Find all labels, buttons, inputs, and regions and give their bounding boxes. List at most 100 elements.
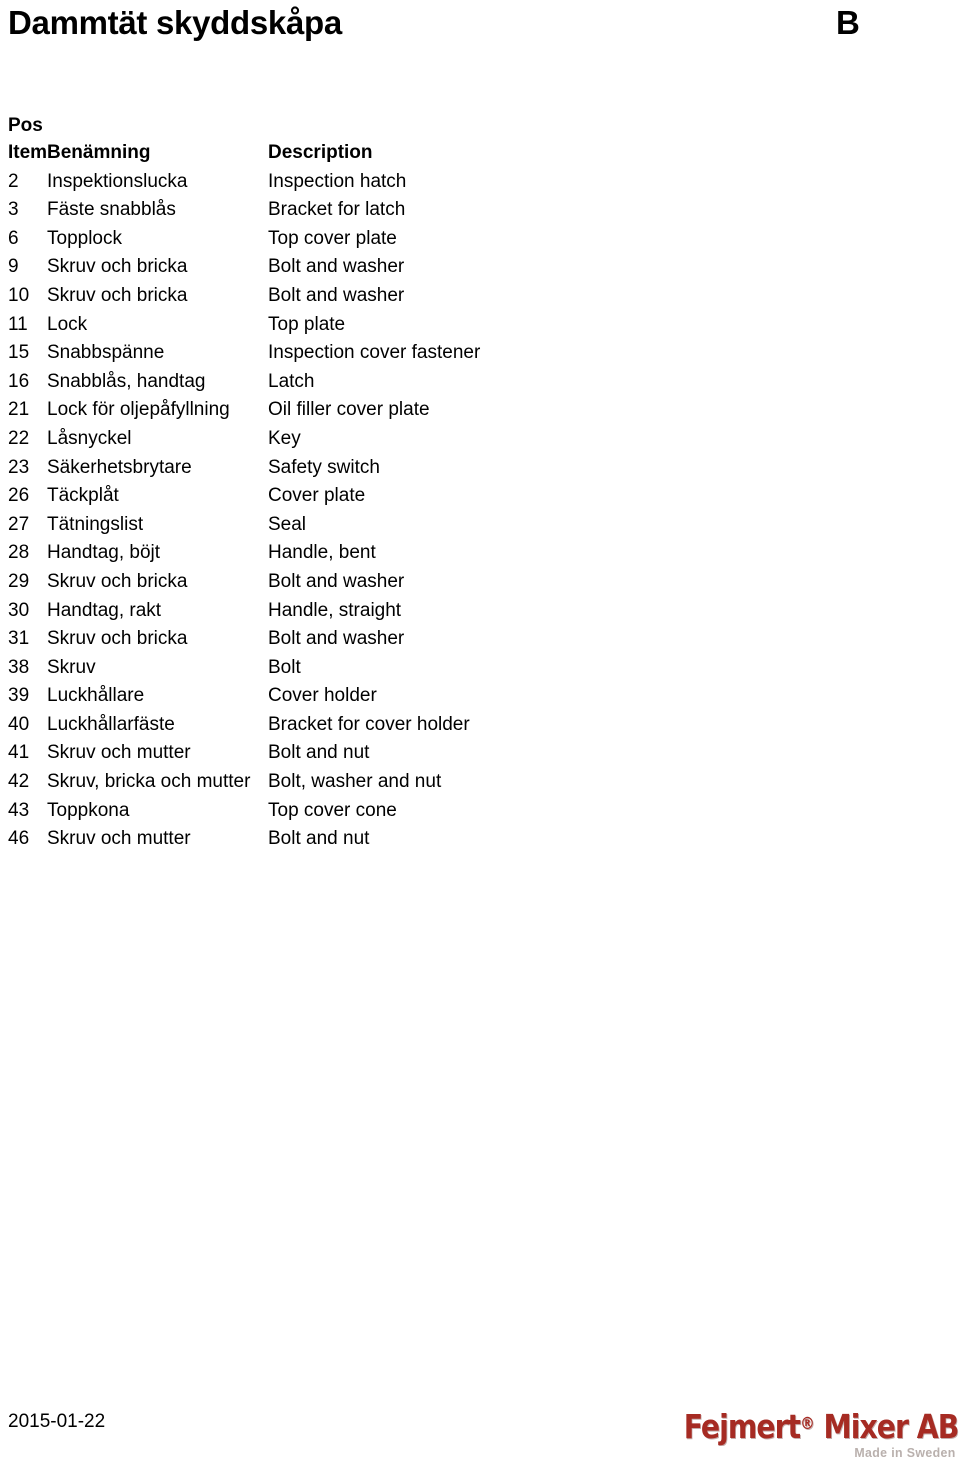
cell-benamning: Säkerhetsbrytare: [47, 456, 192, 478]
table-row: 22 Låsnyckel Key: [0, 425, 560, 454]
cell-benamning: Skruv och mutter: [47, 828, 191, 850]
cell-description: Bolt and washer: [268, 284, 405, 306]
table-header-row-pos: Pos: [0, 112, 560, 139]
document-footer: 2015-01-22 Fejmert® Mixer AB Made in Swe…: [0, 1395, 960, 1467]
cell-benamning: Låsnyckel: [47, 427, 132, 449]
cell-item-number: 39: [8, 685, 30, 707]
table-row: 9 Skruv och bricka Bolt and washer: [0, 253, 560, 282]
cell-benamning: Skruv och bricka: [47, 284, 188, 306]
cell-description: Inspection cover fastener: [268, 342, 481, 364]
company-logo: Fejmert® Mixer AB Made in Sweden: [670, 1401, 960, 1463]
logo-brand-suffix: Mixer AB: [814, 1407, 959, 1446]
cell-description: Bolt and nut: [268, 742, 370, 764]
cell-description: Bracket for cover holder: [268, 713, 470, 735]
cell-description: Top cover cone: [268, 799, 397, 821]
table-row: 41 Skruv och mutter Bolt and nut: [0, 739, 560, 768]
cell-description: Bracket for latch: [268, 199, 406, 221]
cell-description: Key: [268, 427, 301, 449]
cell-benamning: Handtag, böjt: [47, 542, 161, 564]
table-row: 31 Skruv och bricka Bolt and washer: [0, 625, 560, 654]
cell-item-number: 41: [8, 742, 30, 764]
table-row: 40 Luckhållarfäste Bracket for cover holde…: [0, 711, 560, 740]
table-row: 30 Handtag, rakt Handle, straight: [0, 597, 560, 626]
column-header-description: Description: [268, 142, 373, 163]
table-header-row-main: Item Benämning Description: [0, 139, 560, 168]
cell-description: Latch: [268, 370, 315, 392]
cell-item-number: 26: [8, 485, 30, 507]
column-header-benamning: Benämning: [47, 142, 151, 163]
cell-item-number: 2: [8, 170, 19, 192]
cell-benamning: Lock för oljepåfyllning: [47, 399, 230, 421]
cell-description: Bolt and washer: [268, 570, 405, 592]
cell-benamning: Skruv och bricka: [47, 628, 188, 650]
cell-item-number: 3: [8, 199, 19, 221]
cell-item-number: 27: [8, 513, 30, 535]
cell-description: Inspection hatch: [268, 170, 407, 192]
cell-item-number: 46: [8, 828, 30, 850]
cell-item-number: 22: [8, 427, 30, 449]
table-row: 42 Skruv, bricka och mutter Bolt, washer a…: [0, 768, 560, 797]
cell-description: Handle, straight: [268, 599, 402, 621]
column-header-pos: Pos: [8, 115, 43, 136]
table-row: 26 Täckplåt Cover plate: [0, 482, 560, 511]
column-header-item: Item: [8, 142, 48, 163]
cell-benamning: Inspektionslucka: [47, 170, 188, 192]
cell-description: Bolt and nut: [268, 828, 370, 850]
section-letter: B: [836, 4, 860, 41]
table-row: 16 Snabblås, handtag Latch: [0, 368, 560, 397]
logo-wordmark: Fejmert® Mixer AB: [683, 1407, 959, 1446]
cell-description: Cover holder: [268, 685, 377, 707]
table-row: 43 Toppkona Top cover cone: [0, 797, 560, 826]
cell-item-number: 9: [8, 256, 19, 278]
column-header-pos-spacer: [47, 112, 260, 139]
cell-description: Handle, bent: [268, 542, 376, 564]
column-header-pos-spacer2: [260, 112, 560, 139]
cell-description: Bolt, washer and nut: [268, 771, 442, 793]
page-title: Dammtät skyddskåpa: [8, 4, 342, 41]
cell-item-number: 42: [8, 771, 30, 793]
cell-benamning: Skruv och bricka: [47, 256, 188, 278]
logo-brand-name: Fejmert: [683, 1407, 800, 1446]
cell-benamning: Lock: [47, 313, 88, 335]
table-row: 23 Säkerhetsbrytare Safety switch: [0, 454, 560, 483]
cell-benamning: Snabbspänne: [47, 342, 165, 364]
table-row: 29 Skruv och bricka Bolt and washer: [0, 568, 560, 597]
cell-item-number: 29: [8, 570, 30, 592]
cell-description: Bolt: [268, 656, 301, 678]
cell-item-number: 28: [8, 542, 30, 564]
cell-item-number: 40: [8, 713, 30, 735]
cell-item-number: 11: [8, 313, 28, 335]
cell-description: Cover plate: [268, 485, 366, 507]
cell-benamning: Luckhållare: [47, 685, 145, 707]
table-row: 46 Skruv och mutter Bolt and nut: [0, 825, 560, 854]
table-row: 11 Lock Top plate: [0, 311, 560, 340]
table-row: 15 Snabbspänne Inspection cover fastener: [0, 339, 560, 368]
table-row: 3 Fäste snabblås Bracket for latch: [0, 196, 560, 225]
cell-description: Bolt and washer: [268, 628, 405, 650]
cell-benamning: Täckplåt: [47, 485, 119, 507]
cell-benamning: Skruv: [47, 656, 96, 678]
cell-description: Top cover plate: [268, 227, 397, 249]
cell-item-number: 38: [8, 656, 30, 678]
cell-item-number: 10: [8, 284, 30, 306]
cell-benamning: Tätningslist: [47, 513, 144, 535]
cell-benamning: Fäste snabblås: [47, 199, 176, 221]
table-row: 39 Luckhållare Cover holder: [0, 682, 560, 711]
cell-item-number: 6: [8, 227, 19, 249]
document-header: Dammtät skyddskåpa B: [0, 0, 960, 56]
table-row: 6 Topplock Top cover plate: [0, 225, 560, 254]
cell-benamning: Snabblås, handtag: [47, 370, 206, 392]
cell-item-number: 43: [8, 799, 30, 821]
cell-benamning: Handtag, rakt: [47, 599, 162, 621]
cell-description: Top plate: [268, 313, 346, 335]
cell-benamning: Skruv och bricka: [47, 570, 188, 592]
table-head: Pos Item Benämning Description: [0, 112, 560, 168]
table-row: 27 Tätningslist Seal: [0, 511, 560, 540]
table-row: 2 Inspektionslucka Inspection hatch: [0, 168, 560, 197]
cell-benamning: Topplock: [47, 227, 122, 249]
cell-benamning: Skruv och mutter: [47, 742, 191, 764]
cell-item-number: 23: [8, 456, 30, 478]
cell-description: Safety switch: [268, 456, 380, 478]
cell-description: Oil filler cover plate: [268, 399, 430, 421]
cell-item-number: 15: [8, 342, 30, 364]
